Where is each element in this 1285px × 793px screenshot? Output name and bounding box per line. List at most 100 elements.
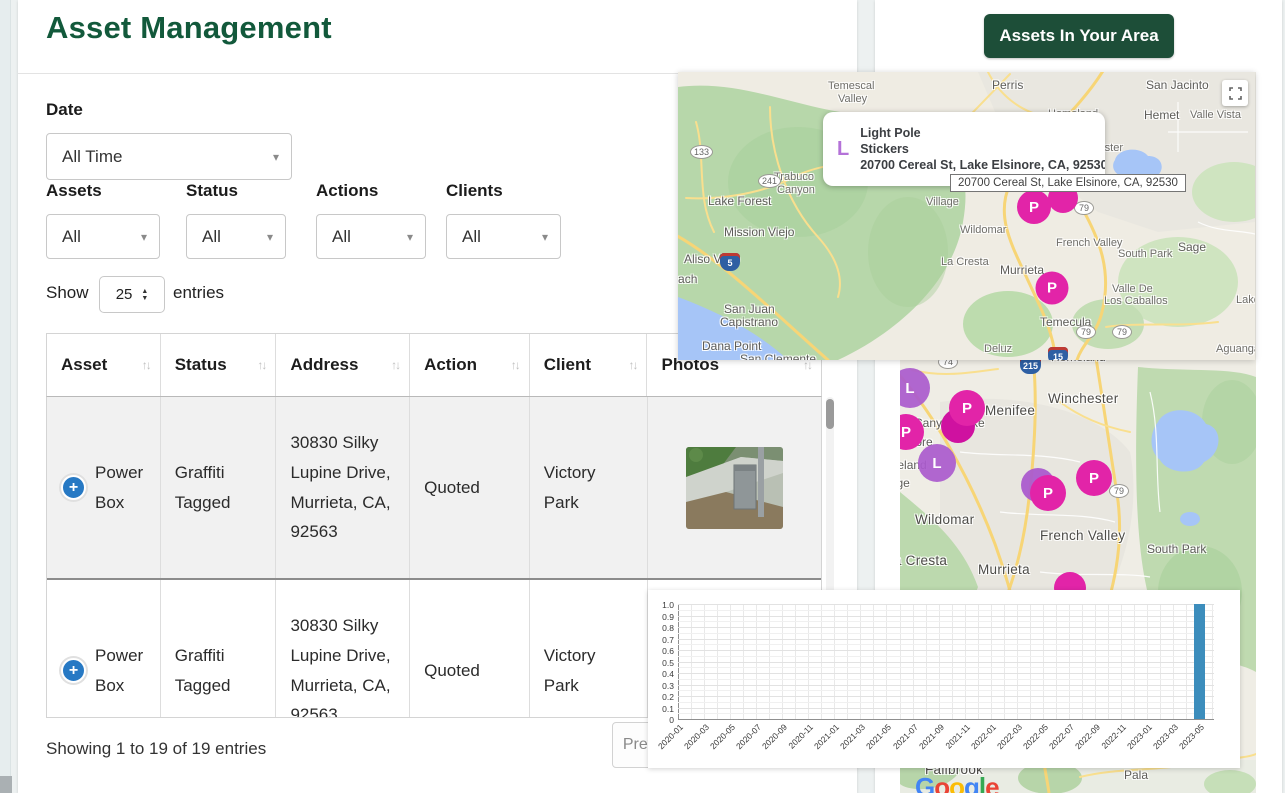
- gridline-h: [678, 713, 1214, 714]
- left-gutter: [0, 0, 11, 793]
- asset-marker-p[interactable]: P: [1036, 272, 1069, 305]
- client-cell: Victory Park: [530, 580, 648, 718]
- sort-icon: ↑↓: [803, 358, 811, 372]
- map-label: Village: [900, 476, 910, 490]
- column-header-label: Address: [290, 355, 358, 375]
- asset-marker-p[interactable]: P: [1017, 190, 1051, 224]
- x-axis-tick: 2022-09: [1073, 722, 1102, 751]
- map-label: Hemet: [1144, 108, 1179, 122]
- road-shield: 15: [1048, 347, 1068, 360]
- gridline-h: [678, 633, 1214, 634]
- address-tooltip: 20700 Cereal St, Lake Elsinore, CA, 9253…: [950, 174, 1186, 192]
- column-header-address[interactable]: Address↑↓: [276, 334, 410, 396]
- column-header-asset[interactable]: Asset↑↓: [47, 334, 161, 396]
- clients-filter-select[interactable]: All ▾: [446, 214, 561, 259]
- column-header-client[interactable]: Client ↑↓: [530, 334, 648, 396]
- gridline-h: [678, 604, 1214, 605]
- asset-name: Power Box: [95, 458, 146, 518]
- asset-photo[interactable]: [686, 447, 783, 529]
- expand-row-button[interactable]: +: [61, 475, 86, 500]
- table-scrollbar-thumb[interactable]: [826, 399, 834, 429]
- popup-address: 20700 Cereal St, Lake Elsinore, CA, 9253…: [860, 157, 1105, 173]
- page-size-select[interactable]: 25 ▲▼: [99, 276, 165, 313]
- map-label: Valle De: [1112, 283, 1153, 295]
- map-label: Mission Viejo: [724, 225, 794, 239]
- column-header-label: Action: [424, 355, 477, 375]
- chart-plot-area: 00.10.20.30.40.50.60.70.80.91.02020-0120…: [648, 590, 1240, 768]
- map-label: La Cresta: [900, 553, 947, 568]
- asset-marker-l[interactable]: L: [918, 444, 956, 482]
- map-label: Deluz: [984, 343, 1012, 355]
- google-logo-letter: G: [915, 772, 934, 793]
- sort-icon: ↑↓: [628, 358, 636, 372]
- x-axis-tick: 2022-07: [1047, 722, 1076, 751]
- map-label: South Park: [1118, 248, 1172, 260]
- page-title: Asset Management: [46, 10, 332, 46]
- map-label: Murrieta: [1000, 263, 1044, 277]
- map-label: French Valley: [1040, 528, 1125, 543]
- x-axis-tick: 2023-05: [1177, 722, 1206, 751]
- road-shield: 241: [758, 174, 781, 188]
- x-axis-tick: 2021-05: [864, 722, 893, 751]
- x-axis-tick: 2020-07: [734, 722, 763, 751]
- chart-x-axis: [678, 719, 1214, 720]
- google-logo-letter: o: [949, 772, 964, 793]
- x-axis-tick: 2020-01: [656, 722, 685, 751]
- popup-asset-line1: Light Pole: [860, 125, 1105, 141]
- road-shield: 133: [690, 145, 713, 159]
- map-label: San Juan: [724, 302, 775, 316]
- asset-marker-p[interactable]: P: [1030, 475, 1066, 511]
- date-filter-select[interactable]: All Time ▾: [46, 133, 292, 180]
- assets-filter-select[interactable]: All ▾: [46, 214, 160, 259]
- entries-label: entries: [173, 283, 224, 303]
- road-shield: 79: [1076, 325, 1096, 339]
- expand-row-button[interactable]: +: [61, 658, 86, 683]
- y-axis-tick: 0: [648, 715, 674, 725]
- gridline-h: [678, 644, 1214, 645]
- google-logo-letter: g: [964, 772, 979, 793]
- x-axis-tick: 2023-03: [1151, 722, 1180, 751]
- sort-icon: ↑↓: [511, 358, 519, 372]
- status-cell: Graffiti Tagged: [161, 397, 277, 578]
- map-label: Los Caballos: [1104, 295, 1168, 307]
- assets-in-your-area-button[interactable]: Assets In Your Area: [984, 14, 1174, 58]
- map-label: Laguna Beach: [678, 272, 697, 286]
- table-row: + Power Box Graffiti Tagged30830 Silky Lup…: [47, 397, 821, 578]
- actions-filter-select[interactable]: All ▾: [316, 214, 426, 259]
- address-cell: 30830 Silky Lupine Drive, Murrieta, CA, …: [276, 397, 410, 578]
- map-label: Canyon: [777, 184, 815, 196]
- column-header-action[interactable]: Action ↑↓: [410, 334, 530, 396]
- status-filter-select[interactable]: All ▾: [186, 214, 286, 259]
- map-label: Capistrano: [720, 315, 778, 329]
- address-cell: 30830 Silky Lupine Drive, Murrieta, CA, …: [276, 580, 410, 718]
- show-entries-label: Show: [46, 283, 89, 303]
- fullscreen-button[interactable]: [1222, 80, 1248, 106]
- x-axis-tick: 2020-09: [760, 722, 789, 751]
- gridline-h: [678, 708, 1214, 709]
- y-axis-tick: 0.3: [648, 681, 674, 691]
- asset-marker-p[interactable]: P: [1076, 460, 1112, 496]
- gridline-h: [678, 685, 1214, 686]
- action-cell: Quoted: [410, 397, 530, 578]
- map-label: South Park: [1147, 542, 1206, 556]
- client-cell: Victory Park: [530, 397, 648, 578]
- x-axis-tick: 2023-01: [1125, 722, 1154, 751]
- x-axis-tick: 2020-11: [787, 722, 816, 751]
- map-label: Winchester: [1048, 391, 1119, 406]
- asset-marker-l[interactable]: L: [900, 368, 930, 408]
- column-header-label: Client: [544, 355, 591, 375]
- asset-name: Power Box: [95, 641, 146, 701]
- gridline-h: [678, 610, 1214, 611]
- map-label: Wildomar: [915, 512, 974, 527]
- asset-marker-p[interactable]: P: [949, 390, 985, 426]
- overlay-map[interactable]: TemescalValleyPerrisSan JacintoHomelandH…: [678, 72, 1255, 360]
- y-axis-tick: 0.4: [648, 669, 674, 679]
- map-label: Village: [926, 196, 959, 208]
- x-axis-tick: 2020-05: [708, 722, 737, 751]
- assets-filter-label: Assets: [46, 181, 102, 201]
- map-label: Valley: [838, 93, 867, 105]
- map-label: Wildomar: [960, 224, 1006, 236]
- column-header-status[interactable]: Status↑↓: [161, 334, 277, 396]
- x-axis-tick: 2021-03: [838, 722, 867, 751]
- google-logo: Google: [915, 772, 999, 793]
